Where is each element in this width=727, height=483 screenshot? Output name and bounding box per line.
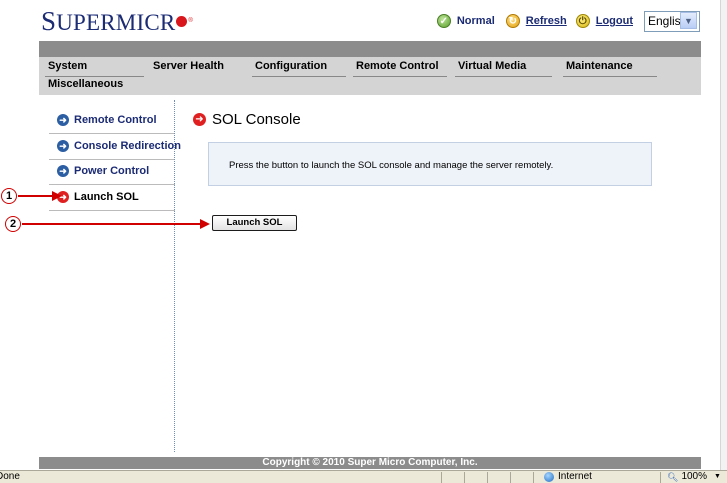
globe-icon [544, 472, 554, 482]
vertical-scrollbar[interactable] [720, 0, 727, 470]
launch-sol-button[interactable]: Launch SOL [212, 215, 297, 231]
callout-2: 2 [5, 216, 21, 232]
logo-registered-mark: ® [188, 18, 193, 24]
chevron-down-icon: ▼ [714, 473, 721, 480]
sidebar-item-power-control[interactable]: ➜ Power Control [57, 163, 149, 179]
sidebar-divider [49, 159, 175, 160]
sidebar-item-launch-sol[interactable]: ➜ Launch SOL [57, 189, 139, 205]
status-ok-icon: ✓ [436, 14, 451, 28]
nav-item-system[interactable]: System [39, 59, 144, 77]
nav-item-maintenance[interactable]: Maintenance [557, 59, 657, 77]
zoom-control[interactable]: 🔍︎ 100% ▼ [667, 471, 721, 483]
status-text: Done [0, 471, 20, 482]
arrow-right-icon: ➜ [57, 165, 69, 177]
callout-1-arrowhead-icon [52, 191, 62, 201]
sidebar-divider [49, 210, 175, 211]
nav-item-miscellaneous[interactable]: Miscellaneous [39, 77, 144, 92]
sidebar-item-remote-control[interactable]: ➜ Remote Control [57, 112, 157, 128]
supermicro-logo: SUPERMICR ® [41, 5, 193, 36]
sidebar-divider [49, 184, 175, 185]
callout-2-line [22, 223, 203, 225]
sidebar-item-console-redirection[interactable]: ➜ Console Redirection [57, 138, 181, 154]
logout-link[interactable]: Logout [596, 15, 633, 27]
nav-item-configuration[interactable]: Configuration [246, 59, 346, 77]
arrow-right-icon: ➜ [193, 113, 206, 126]
zoom-icon: 🔍︎ [667, 472, 679, 482]
nav-item-remote-control[interactable]: Remote Control [347, 59, 447, 77]
nav-item-server-health[interactable]: Server Health [144, 59, 242, 74]
sidebar-content-divider [174, 100, 175, 452]
status-label: Normal [456, 15, 495, 27]
callout-1: 1 [1, 188, 17, 204]
security-zone: Internet [544, 471, 592, 483]
language-dropdown-arrow-icon[interactable]: ▼ [680, 12, 697, 29]
sidebar-divider [49, 133, 175, 134]
refresh-link[interactable]: Refresh [526, 15, 567, 27]
footer-copyright: Copyright © 2010 Super Micro Computer, I… [39, 457, 701, 469]
logo-rest: UPERMICR [56, 9, 176, 35]
callout-1-line [18, 195, 56, 197]
arrow-right-icon: ➜ [57, 114, 69, 126]
main-nav: System Server Health Configuration Remot… [39, 41, 701, 95]
refresh-icon[interactable]: ↻ [505, 14, 520, 28]
page-title: ➜ SOL Console [193, 111, 301, 128]
logo-dot-icon [176, 15, 188, 27]
browser-status-bar: Done Internet 🔍︎ 100% ▼ [0, 470, 727, 483]
header-toolbar: ✓ Normal ↻ Refresh ⏻ Logout English [436, 10, 700, 32]
info-box: Press the button to launch the SOL conso… [208, 142, 652, 186]
logout-icon[interactable]: ⏻ [575, 14, 590, 28]
info-description: Press the button to launch the SOL conso… [229, 160, 554, 171]
arrow-right-icon: ➜ [57, 140, 69, 152]
callout-2-arrowhead-icon [200, 219, 210, 229]
nav-item-virtual-media[interactable]: Virtual Media [449, 59, 552, 77]
logo-initial: S [41, 5, 57, 36]
